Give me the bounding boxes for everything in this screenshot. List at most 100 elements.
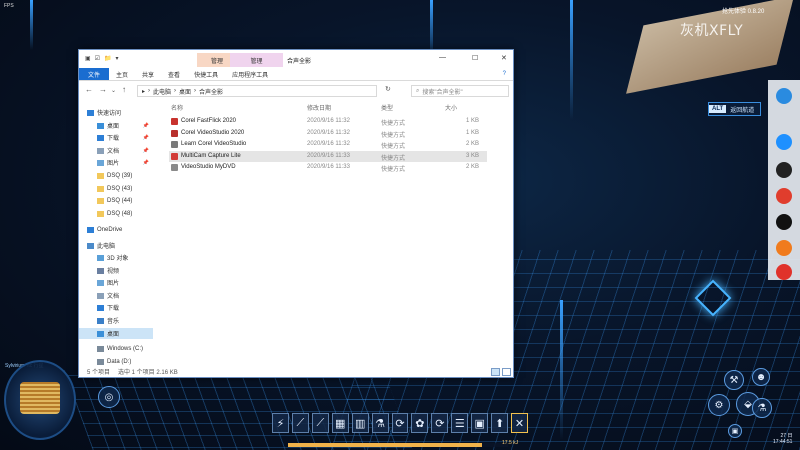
- research-icon[interactable]: ⚗: [752, 398, 772, 418]
- help-icon[interactable]: ?: [496, 68, 513, 80]
- file-row[interactable]: Corel VideoStudio 2020 2020/9/16 11:32 快捷方…: [169, 128, 487, 139]
- quick-access-toolbar: ▣ ☑ 📁 ▾: [85, 55, 119, 62]
- chevron-down-icon[interactable]: ⌄: [111, 87, 116, 94]
- qat-icon[interactable]: ☑: [95, 55, 100, 62]
- nav-item[interactable]: DSQ (43): [79, 183, 153, 194]
- search-box[interactable]: ⌕ 搜索"合声全影": [411, 85, 509, 97]
- dismantle-icon[interactable]: ⚒: [724, 370, 744, 390]
- drive-icon: [97, 358, 104, 365]
- hotbar-slot[interactable]: ⚗: [371, 413, 389, 433]
- nav-item[interactable]: DSQ (39): [79, 170, 153, 181]
- app-icon[interactable]: [776, 264, 792, 280]
- folder-icon: [97, 197, 104, 204]
- column-header-type[interactable]: 类型: [381, 103, 393, 112]
- nav-item[interactable]: 文档: [79, 290, 153, 301]
- minimap[interactable]: [4, 360, 76, 440]
- build-icon[interactable]: ⚙: [708, 394, 730, 416]
- title-bar[interactable]: ▣ ☑ 📁 ▾ 管理 管理 合声全影 — ☐ ✕: [79, 50, 513, 68]
- qat-icon[interactable]: ▣: [85, 55, 91, 62]
- nav-item[interactable]: 音乐: [79, 315, 153, 326]
- return-route-button[interactable]: ALT 返回航道: [708, 102, 762, 116]
- app-icon[interactable]: [776, 162, 792, 178]
- manage-tab-app[interactable]: 管理: [230, 53, 283, 67]
- documents-icon: [97, 147, 104, 154]
- column-header-name[interactable]: 名称: [171, 103, 183, 112]
- app-icon[interactable]: [776, 214, 792, 230]
- radar-button[interactable]: ◎: [98, 386, 120, 408]
- hotbar-slot[interactable]: ⟳: [391, 413, 409, 433]
- address-bar-row: ← → ⌄ ↑ ▸ › 此电脑 › 桌面 › 合声全影 ↻ ⌕ 搜索"合声全影": [79, 83, 513, 98]
- close-icon[interactable]: ✕: [501, 54, 507, 62]
- hotbar-slot[interactable]: ✕: [511, 413, 528, 433]
- nav-item[interactable]: 3D 对象: [79, 252, 153, 263]
- nav-item[interactable]: 桌面 📌: [79, 120, 153, 131]
- maximize-icon[interactable]: ☐: [472, 54, 478, 62]
- app-icon[interactable]: [776, 188, 792, 204]
- column-header-size[interactable]: 大小: [445, 103, 457, 112]
- nav-item[interactable]: DSQ (48): [79, 208, 153, 219]
- large-icons-view-icon[interactable]: [502, 368, 511, 376]
- minimize-icon[interactable]: —: [439, 54, 446, 61]
- breadcrumb-item[interactable]: 此电脑: [153, 87, 171, 96]
- forward-icon[interactable]: →: [99, 85, 107, 94]
- tab-file[interactable]: 文件: [79, 68, 110, 80]
- nav-item[interactable]: 文档 📌: [79, 145, 153, 156]
- nav-item[interactable]: 图片: [79, 277, 153, 288]
- desktop-icon: [97, 330, 104, 337]
- file-type: 快捷方式: [381, 121, 406, 127]
- nav-item[interactable]: 快速访问: [79, 107, 153, 118]
- ribbon-tab[interactable]: 应用程序工具: [225, 68, 275, 80]
- ribbon-tab[interactable]: 共享: [135, 68, 161, 80]
- refresh-icon[interactable]: ↻: [385, 85, 391, 93]
- hotbar-slot[interactable]: ▥: [351, 413, 369, 433]
- app-icon[interactable]: [776, 240, 792, 256]
- qat-icon[interactable]: ▾: [116, 55, 119, 62]
- nav-item[interactable]: 此电脑: [79, 240, 153, 251]
- nav-item-label: 此电脑: [97, 244, 116, 250]
- shortcut-icon: [171, 141, 178, 148]
- nav-item[interactable]: 下载 📌: [79, 132, 153, 143]
- up-icon[interactable]: ↑: [122, 85, 126, 94]
- search-icon: ⌕: [416, 87, 420, 94]
- nav-item[interactable]: 桌面: [79, 328, 153, 339]
- details-view-icon[interactable]: [491, 368, 500, 376]
- qat-icon[interactable]: 📁: [104, 55, 111, 62]
- file-row[interactable]: VideoStudio MyDVD 2020/9/16 11:33 快捷方式 2 KB: [169, 162, 487, 173]
- music-icon: [97, 317, 104, 324]
- hotbar-slot[interactable]: ⟳: [431, 413, 449, 433]
- ribbon-tab[interactable]: 主页: [109, 68, 135, 80]
- app-icon[interactable]: [776, 134, 792, 150]
- nav-item[interactable]: OneDrive: [79, 224, 153, 235]
- edge-icon[interactable]: [776, 88, 792, 104]
- hotbar-slot[interactable]: ▦: [331, 413, 349, 433]
- nav-item[interactable]: 下载: [79, 302, 153, 313]
- hotbar-slot[interactable]: ⟋: [291, 413, 309, 433]
- file-date: 2020/9/16 11:32: [307, 141, 350, 147]
- file-row[interactable]: Learn Corel VideoStudio 2020/9/16 11:32 快捷…: [169, 139, 487, 150]
- hotbar-slot[interactable]: ⚡: [272, 413, 289, 433]
- breadcrumb-item[interactable]: 桌面: [179, 87, 191, 96]
- back-icon[interactable]: ←: [85, 85, 93, 94]
- hotbar-slot[interactable]: ☰: [451, 413, 469, 433]
- mecha-icon[interactable]: ☻: [752, 368, 770, 386]
- pin-icon: 📌: [142, 147, 149, 154]
- folder-icon: [97, 172, 104, 179]
- file-row[interactable]: Corel FastFlick 2020 2020/9/16 11:32 快捷方式 1…: [169, 116, 487, 127]
- hotbar-slot[interactable]: ✿: [411, 413, 429, 433]
- nav-item-label: 3D 对象: [107, 256, 129, 262]
- ribbon-tab[interactable]: 查看: [161, 68, 187, 80]
- nav-item[interactable]: 图片 📌: [79, 157, 153, 168]
- file-row[interactable]: MultiCam Capture Lite 2020/9/16 11:33 快捷方式…: [169, 150, 487, 162]
- menu-icon[interactable]: ▣: [728, 424, 742, 438]
- hotbar-slot[interactable]: ⬆: [491, 413, 509, 433]
- nav-item[interactable]: DSQ (44): [79, 195, 153, 206]
- hotbar-slot[interactable]: ▣: [471, 413, 489, 433]
- nav-item[interactable]: Windows (C:): [79, 343, 153, 354]
- clock-time: 17:44:51: [773, 439, 793, 445]
- hotbar-slot[interactable]: ⟋: [311, 413, 329, 433]
- ribbon-tab[interactable]: 快捷工具: [187, 68, 225, 80]
- address-bar[interactable]: ▸ › 此电脑 › 桌面 › 合声全影: [137, 85, 377, 97]
- nav-item[interactable]: 视频: [79, 265, 153, 276]
- column-header-date[interactable]: 修改日期: [307, 103, 331, 112]
- breadcrumb-item[interactable]: 合声全影: [199, 87, 223, 96]
